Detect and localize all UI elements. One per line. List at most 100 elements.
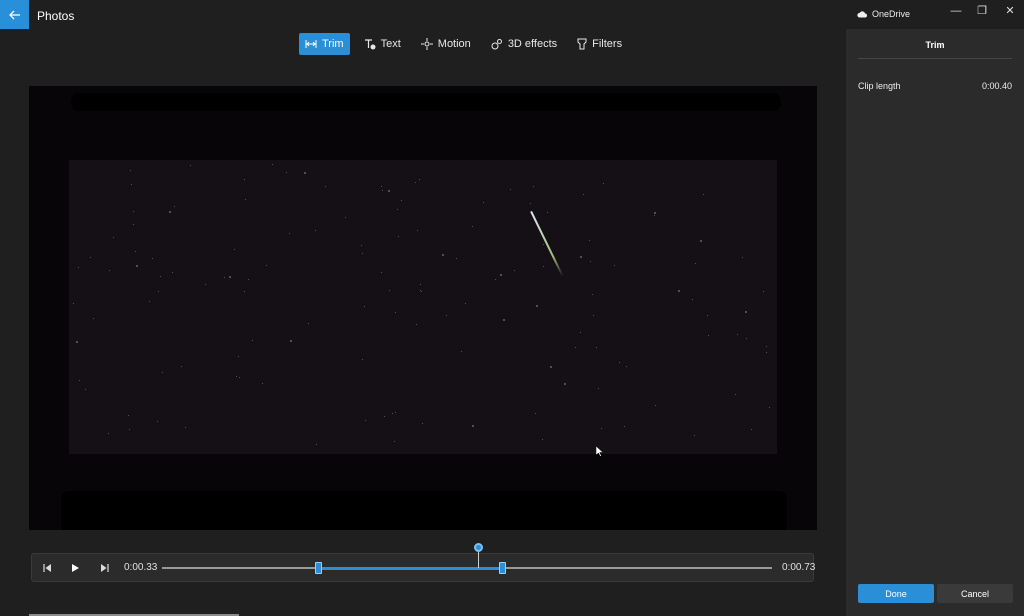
star [238,376,240,378]
current-time: 0:00.33 [124,562,158,573]
restore-icon: ❐ [977,5,987,17]
star [289,340,292,343]
panel-title: Trim [925,40,945,50]
cloud-icon [857,10,867,17]
app-title: Photos [37,9,75,23]
tool-3d-effects-label: 3D effects [507,38,558,50]
trim-start-handle[interactable] [315,562,322,574]
star [509,188,511,190]
star [380,271,382,273]
motion-icon [420,38,433,50]
trim-panel: Trim Clip length 0:00.40 Done Cancel [846,29,1024,616]
close-icon: ✕ [1005,5,1015,17]
star [482,201,484,203]
redacted-region [61,491,787,530]
star [108,432,110,434]
video-preview[interactable] [29,86,817,530]
text-icon [364,38,376,49]
star [151,257,153,259]
tool-text-label: Text [380,38,401,50]
star [157,291,159,293]
star [654,405,656,407]
star [235,375,237,377]
star [535,304,538,307]
star [364,419,366,421]
star [132,210,134,212]
panel-divider [858,58,1012,59]
trim-icon [305,40,317,48]
arrow-left-icon [8,10,20,19]
star [135,264,138,267]
tool-motion-label: Motion [437,38,471,50]
done-button[interactable]: Done [858,584,934,603]
3d-effects-icon [491,39,502,50]
star [529,202,531,204]
star [89,256,91,258]
star [244,198,246,200]
onedrive-status[interactable]: OneDrive [857,9,910,19]
star [693,435,695,437]
close-button[interactable]: ✕ [1003,4,1017,18]
previous-frame-button[interactable] [40,561,54,575]
tool-filters[interactable]: Filters [571,33,628,55]
star [381,189,383,191]
trim-end-handle[interactable] [499,562,506,574]
play-button[interactable] [68,561,82,575]
star [173,206,175,208]
tool-filters-label: Filters [592,38,623,50]
star [500,273,503,276]
star [418,178,420,180]
star [243,290,245,292]
restore-button[interactable]: ❐ [975,4,989,18]
minimize-button[interactable]: — [949,4,963,18]
trim-selection [318,567,503,570]
star [388,289,390,291]
redacted-region [71,93,781,111]
star [168,211,171,214]
star [744,311,747,314]
playhead-knob[interactable] [474,543,483,552]
star [229,275,232,278]
star [741,256,743,258]
playback-bar: 0:00.33 0:00.73 [31,543,816,582]
star [128,428,130,430]
photos-app-window: Photos Trim Text Motion 3D effects Filte… [0,0,1024,616]
tool-3d-effects[interactable]: 3D effects [485,33,563,55]
star [750,429,752,431]
star [624,425,626,427]
star [361,358,363,360]
editor-toolbar: Trim Text Motion 3D effects Filters [299,33,628,55]
star [677,290,680,293]
previous-frame-icon [43,564,51,572]
onedrive-label: OneDrive [872,9,911,19]
end-time: 0:00.73 [782,562,816,573]
next-frame-icon [101,564,109,572]
star [84,388,86,390]
tool-trim[interactable]: Trim [299,33,350,55]
night-sky-frame [69,160,777,454]
star [445,315,447,317]
next-frame-button[interactable] [98,561,112,575]
star [271,164,273,165]
star [131,183,132,185]
back-button[interactable] [0,0,29,29]
star [75,341,78,344]
cancel-button[interactable]: Cancel [937,584,1013,603]
star [574,346,576,348]
play-icon [72,564,79,572]
star [495,278,497,280]
tool-motion[interactable]: Motion [415,33,477,55]
star [582,193,584,195]
star [190,164,191,166]
star [315,443,317,445]
star [471,225,473,227]
mouse-cursor-icon [596,446,604,457]
star [324,186,326,188]
tool-text[interactable]: Text [358,33,407,55]
star [765,345,767,347]
star [393,440,395,442]
star [77,266,79,268]
star [251,339,253,341]
star [694,262,696,264]
star [691,298,693,300]
